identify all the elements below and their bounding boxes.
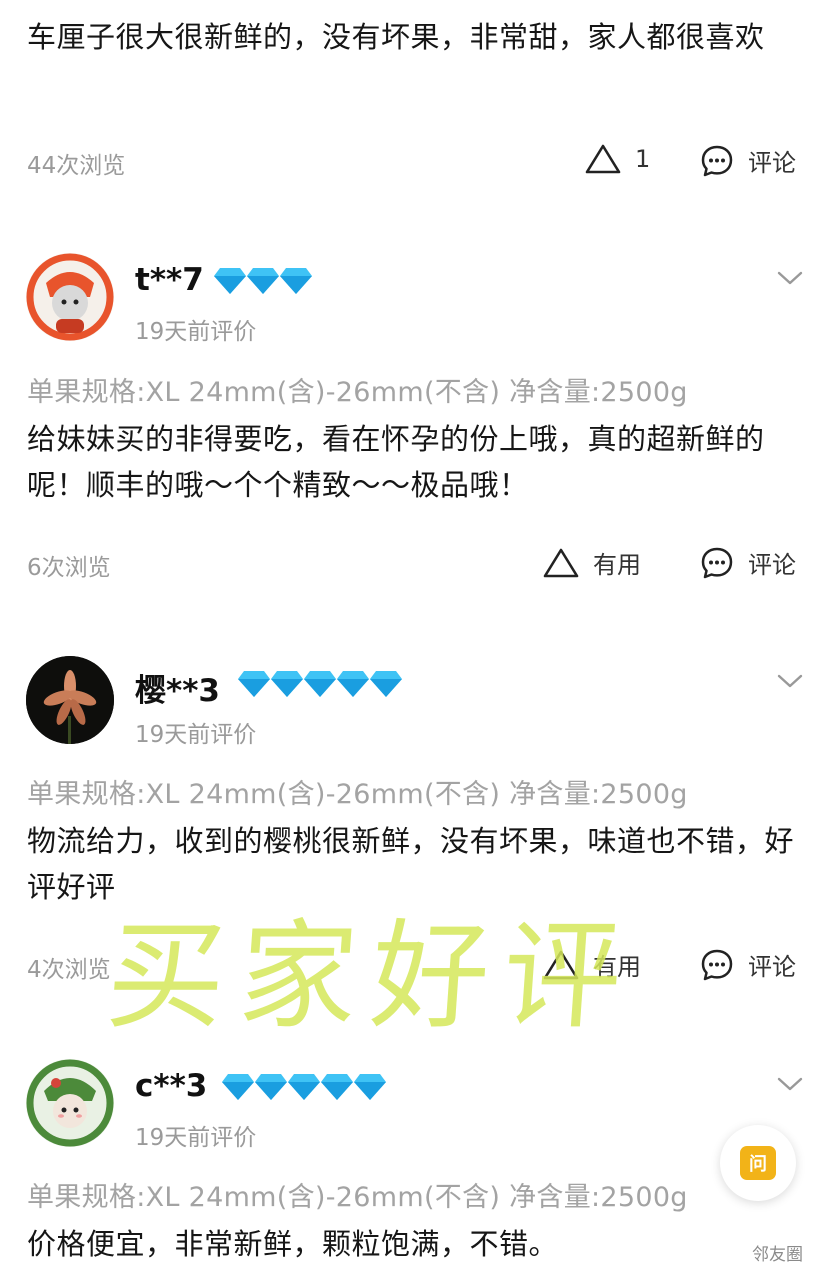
chevron-down-icon[interactable] [776, 268, 804, 288]
review-date: 19天前评价 [135, 722, 257, 748]
comment-label: 评论 [748, 953, 796, 981]
review-text: 价格便宜，非常新鲜，颗粒饱满，不错。 [27, 1227, 559, 1261]
comment-button[interactable]: 评论 [700, 545, 796, 580]
diamond-icon [304, 671, 336, 697]
member-level-badge [220, 1072, 386, 1102]
comment-button[interactable]: 评论 [700, 143, 796, 178]
avatar-cartoon-icon [26, 1059, 114, 1147]
view-count: 44次浏览 [27, 153, 126, 179]
review-text: 给妹妹买的非得要吃，看在怀孕的份上哦，真的超新鲜的呢！顺丰的哦～个个精致～～极品… [27, 422, 765, 502]
corner-watermark: 邻友圈 [752, 1245, 803, 1265]
avatar-flower-icon [26, 656, 114, 744]
diamond-icon [337, 671, 369, 697]
username: c**3 [135, 1068, 208, 1104]
username: 樱**3 [135, 673, 220, 709]
chevron-down-icon[interactable] [776, 671, 804, 691]
watermark-text: 买家好评 [102, 907, 641, 1045]
diamond-icon [255, 1074, 287, 1100]
comment-button[interactable]: 评论 [700, 947, 796, 982]
useful-button[interactable]: 有用 [543, 545, 641, 580]
avatar-cartoon-icon [26, 253, 114, 341]
review-date: 19天前评价 [135, 1125, 257, 1151]
comment-label: 评论 [748, 149, 796, 177]
triangle-icon [585, 144, 621, 174]
chevron-down-icon[interactable] [776, 1074, 804, 1094]
product-spec: 单果规格:XL 24mm(含)-26mm(不含) 净含量:2500g [27, 779, 688, 810]
diamond-icon [214, 268, 246, 294]
triangle-icon [543, 548, 579, 577]
avatar[interactable] [26, 253, 114, 341]
useful-button[interactable]: 1 [585, 143, 650, 175]
review-date: 19天前评价 [135, 319, 257, 345]
view-count: 6次浏览 [27, 555, 111, 581]
diamond-icon [370, 671, 402, 697]
diamond-icon [238, 671, 270, 697]
avatar[interactable] [26, 656, 114, 744]
diamond-icon [321, 1074, 353, 1100]
question-icon: 问 [740, 1146, 776, 1180]
diamond-icon [222, 1074, 254, 1100]
comment-bubble-icon [701, 547, 733, 578]
comment-label: 评论 [748, 551, 796, 579]
diamond-icon [280, 268, 312, 294]
product-spec: 单果规格:XL 24mm(含)-26mm(不含) 净含量:2500g [27, 377, 688, 408]
username: t**7 [135, 262, 204, 298]
useful-count: 1 [635, 145, 651, 173]
ask-question-button[interactable]: 问 [720, 1125, 796, 1201]
useful-label: 有用 [593, 551, 641, 579]
diamond-icon [288, 1074, 320, 1100]
review-text: 车厘子很大很新鲜的，没有坏果，非常甜，家人都很喜欢 [27, 20, 765, 54]
diamond-icon [271, 671, 303, 697]
member-level-badge [236, 669, 402, 699]
view-count: 4次浏览 [27, 957, 111, 983]
diamond-icon [247, 268, 279, 294]
avatar[interactable] [26, 1059, 114, 1147]
product-spec: 单果规格:XL 24mm(含)-26mm(不含) 净含量:2500g [27, 1182, 688, 1213]
diamond-icon [354, 1074, 386, 1100]
member-level-badge [212, 266, 312, 296]
comment-bubble-icon [701, 949, 733, 980]
comment-bubble-icon [701, 145, 733, 176]
